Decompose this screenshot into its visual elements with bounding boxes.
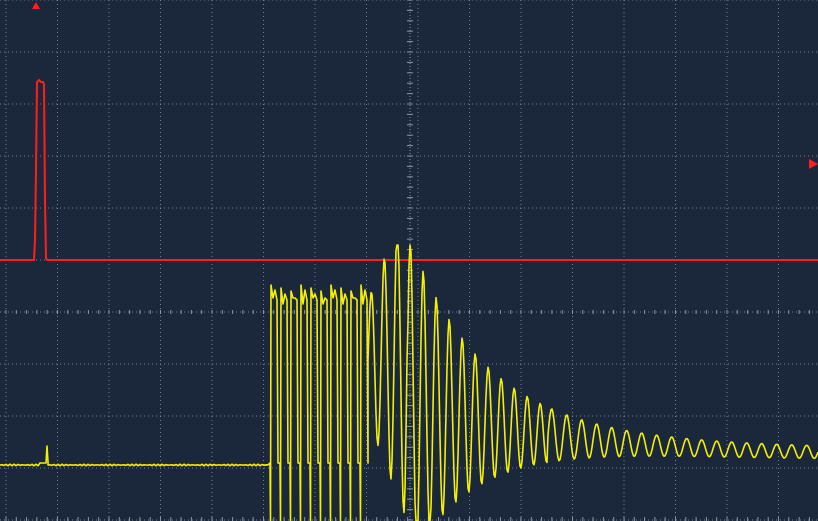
oscilloscope-screen: [0, 0, 818, 521]
